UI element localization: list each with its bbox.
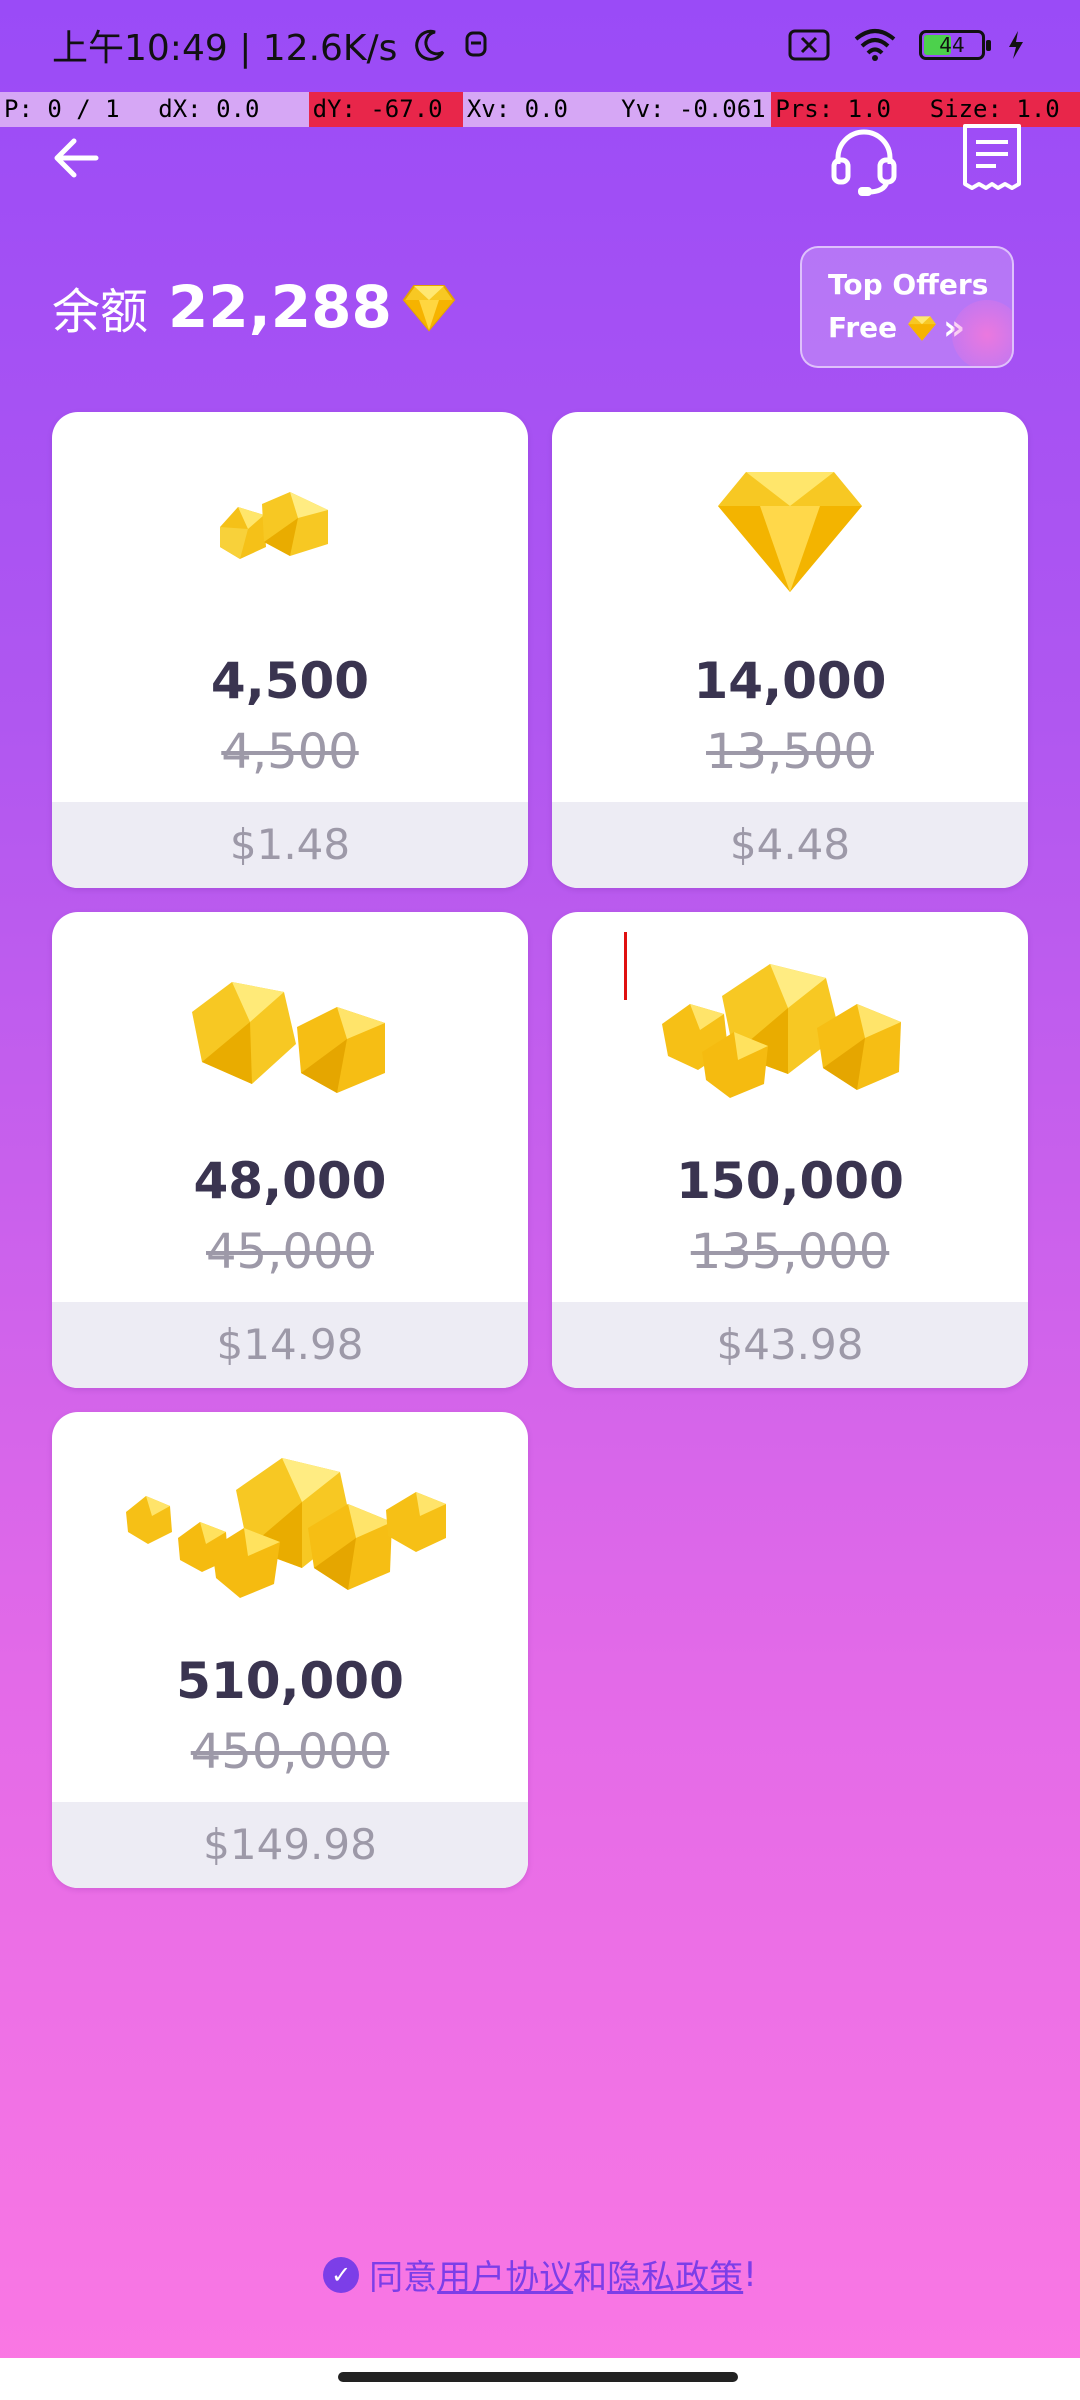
package-card-2[interactable]: 14,000 13,500 $4.48 — [552, 412, 1028, 888]
checkmark-icon[interactable]: ✓ — [323, 2256, 360, 2293]
status-right: 44 — [787, 28, 1025, 62]
package-original-amount: 13,500 — [706, 724, 874, 780]
headset-icon[interactable] — [828, 124, 900, 196]
privacy-policy-link[interactable]: 隐私政策 — [607, 2250, 743, 2299]
debug-pointer: P: 0 / 1 — [0, 92, 155, 127]
debug-dx: dX: 0.0 — [154, 92, 309, 127]
agreement-prefix: 同意 — [369, 2258, 438, 2298]
balance-value: 22,288 — [168, 273, 392, 341]
home-gesture-handle[interactable] — [338, 2372, 738, 2382]
back-arrow-icon[interactable] — [50, 132, 102, 184]
agreement-line: ✓ 同意 用户协议 和 隐私政策 ! — [0, 2250, 1080, 2299]
touch-highlight — [952, 300, 1012, 366]
package-price: $43.98 — [552, 1302, 1028, 1388]
top-offers-button[interactable]: Top Offers Free » — [800, 246, 1014, 368]
package-amount: 510,000 — [176, 1652, 404, 1710]
debug-dy: dY: -67.0 — [308, 92, 463, 127]
package-original-amount: 4,500 — [221, 724, 359, 780]
battery-level: 44 — [939, 33, 965, 57]
status-bar: 上午10:49 | 12.6K/s 44 — [0, 0, 1080, 90]
debug-yv: Yv: -0.061 — [617, 92, 772, 127]
text-cursor — [624, 932, 627, 1000]
notification-icon — [465, 31, 487, 57]
package-original-amount: 45,000 — [206, 1224, 374, 1280]
package-card-3[interactable]: 48,000 45,000 $14.98 — [52, 912, 528, 1388]
package-card-5[interactable]: 510,000 450,000 $149.98 — [52, 1412, 528, 1888]
top-offers-free: Free — [828, 311, 898, 344]
pointer-debug-bar: P: 0 / 1 dX: 0.0 dY: -67.0 Xv: 0.0 Yv: -… — [0, 92, 1080, 127]
diamond-icon — [402, 285, 456, 332]
package-amount: 14,000 — [693, 652, 887, 710]
status-time: 上午10:49 | 12.6K/s — [52, 28, 398, 69]
package-card-1[interactable]: 4,500 4,500 $1.48 — [52, 412, 528, 888]
package-amount: 4,500 — [210, 652, 370, 710]
receipt-icon[interactable] — [960, 122, 1024, 192]
user-agreement-link[interactable]: 用户协议 — [437, 2250, 573, 2299]
gem-pile-small-icon — [220, 492, 328, 559]
charging-icon — [1009, 31, 1023, 59]
status-left: 上午10:49 | 12.6K/s — [52, 19, 489, 71]
sim-off-icon — [788, 29, 830, 61]
package-original-amount: 450,000 — [190, 1724, 390, 1780]
package-price: $14.98 — [52, 1302, 528, 1388]
diamond-small-icon — [908, 315, 937, 341]
package-price: $1.48 — [52, 802, 528, 888]
agreement-suffix: ! — [743, 2254, 757, 2295]
diamond-large-icon — [718, 472, 862, 592]
package-price: $4.48 — [552, 802, 1028, 888]
package-price: $149.98 — [52, 1802, 528, 1888]
package-amount: 48,000 — [193, 1152, 387, 1210]
agreement-and: 和 — [573, 2258, 608, 2298]
balance-label: 余额 — [52, 284, 149, 340]
package-amount: 150,000 — [676, 1152, 904, 1210]
debug-xv: Xv: 0.0 — [462, 92, 618, 127]
wifi-icon — [854, 29, 896, 61]
balance-display: 余额 22,288 — [52, 272, 456, 342]
moon-icon — [415, 29, 445, 61]
battery-icon: 44 — [919, 30, 991, 60]
gem-pile-medium-icon — [192, 982, 385, 1093]
top-header — [0, 124, 1080, 208]
package-original-amount: 135,000 — [690, 1224, 890, 1280]
debug-prs: Prs: 1.0 — [771, 92, 926, 127]
gem-pile-huge-icon — [126, 1458, 446, 1598]
top-offers-title: Top Offers — [828, 268, 989, 301]
